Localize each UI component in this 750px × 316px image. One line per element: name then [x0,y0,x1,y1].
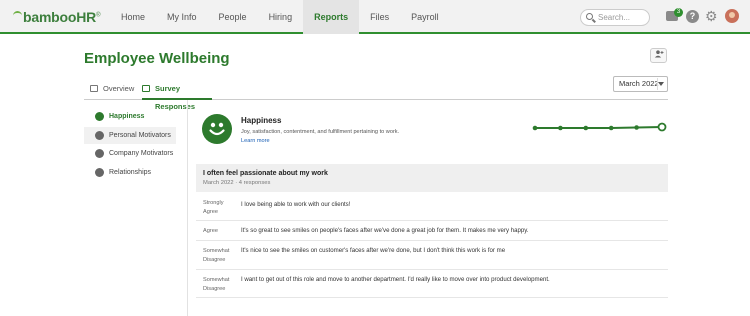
trend-point[interactable] [657,122,667,132]
response-rating: Somewhat Disagree [203,248,230,263]
question-text: I often feel passionate about my work [203,170,328,177]
main-nav: Home My Info People Hiring Reports Files… [110,0,450,34]
chart-icon [142,85,150,92]
trend-point[interactable] [583,125,589,131]
trend-point[interactable] [532,125,538,131]
month-select-value: March 2022 [619,79,659,88]
trend-point[interactable] [608,125,614,131]
people-icon [95,167,104,177]
learn-more-link[interactable]: Learn more [241,138,270,144]
question-meta: March 2022 · 4 responses [203,180,271,186]
response-text: It's so great to see smiles on people's … [241,227,529,234]
add-person-button[interactable] [650,48,667,63]
trend-line [535,126,663,129]
question-header: I often feel passionate about my work Ma… [196,164,668,192]
response-text: I want to get out of this role and move … [241,276,550,283]
avatar[interactable] [725,9,739,23]
person-plus-icon [654,50,663,58]
top-navigation-bar: bambooHR® Home My Info People Hiring Rep… [0,0,750,34]
month-select[interactable]: March 2022 [613,76,668,92]
sidebar-item-label: Company Motivators [109,150,174,157]
response-row: Somewhat Disagree I want to get out of t… [196,270,668,298]
logo-mark: ® [96,12,101,19]
page-title: Employee Wellbeing [84,50,230,67]
chevron-down-icon [658,82,664,86]
happiness-trend-line [532,122,667,132]
nav-files[interactable]: Files [359,0,400,34]
response-text: I love being able to work with our clien… [241,201,351,208]
sidebar-item-relationships[interactable]: Relationships [84,164,176,181]
trend-point[interactable] [634,125,639,130]
metric-title: Happiness [241,116,282,125]
logo-text: bambooHR [23,9,97,25]
sidebar-item-label: Happiness [109,113,145,120]
leaf-icon [13,11,22,17]
nav-payroll[interactable]: Payroll [400,0,450,34]
page-tabs: Overview Survey Responses [84,80,668,111]
smiley-icon [95,112,104,121]
sidebar-item-company-motivators[interactable]: Company Motivators [84,145,176,162]
search-placeholder: Search... [598,13,631,22]
response-rating: Agree [203,228,218,234]
metric-description-text: Joy, satisfaction, contentment, and fulf… [241,129,400,135]
response-row: Agree It's so great to see smiles on peo… [196,221,668,241]
report-icon [90,85,98,92]
metric-description: Joy, satisfaction, contentment, and fulf… [241,128,401,146]
person-heart-icon [95,130,104,140]
response-row: Somewhat Disagree It's nice to see the s… [196,241,668,270]
sidebar-item-personal-motivators[interactable]: Personal Motivators [84,126,176,144]
sidebar-item-label: Personal Motivators [109,131,171,139]
trend-point[interactable] [558,125,563,131]
sidebar: Happiness Personal Motivators Company Mo… [84,108,176,182]
search-icon [586,13,593,20]
nav-my-info[interactable]: My Info [156,0,208,34]
help-icon[interactable]: ? [686,10,699,23]
tab-overview[interactable]: Overview [90,80,138,100]
tab-survey-responses-label: Survey Responses [155,84,196,111]
happiness-smiley-icon [202,114,232,144]
response-rating: Strongly Agree [203,200,224,215]
bamboohr-logo[interactable]: bambooHR® [13,9,101,25]
content-divider [187,100,188,316]
nav-home[interactable]: Home [110,0,156,34]
tab-overview-label: Overview [103,84,135,93]
building-icon [95,149,104,158]
gear-icon[interactable]: ⚙ [705,9,718,23]
sidebar-item-label: Relationships [109,168,152,176]
nav-reports[interactable]: Reports [303,0,360,34]
nav-people[interactable]: People [208,0,258,34]
sidebar-item-happiness[interactable]: Happiness [84,108,176,125]
response-rating: Somewhat Disagree [203,277,230,292]
inbox-count-badge: 3 [674,8,683,17]
search-input[interactable]: Search... [580,9,650,26]
tab-survey-responses[interactable]: Survey Responses [142,80,212,111]
response-row: Strongly Agree I love being able to work… [196,192,668,221]
response-text: It's nice to see the smiles on customer'… [241,247,506,254]
nav-hiring[interactable]: Hiring [258,0,304,34]
